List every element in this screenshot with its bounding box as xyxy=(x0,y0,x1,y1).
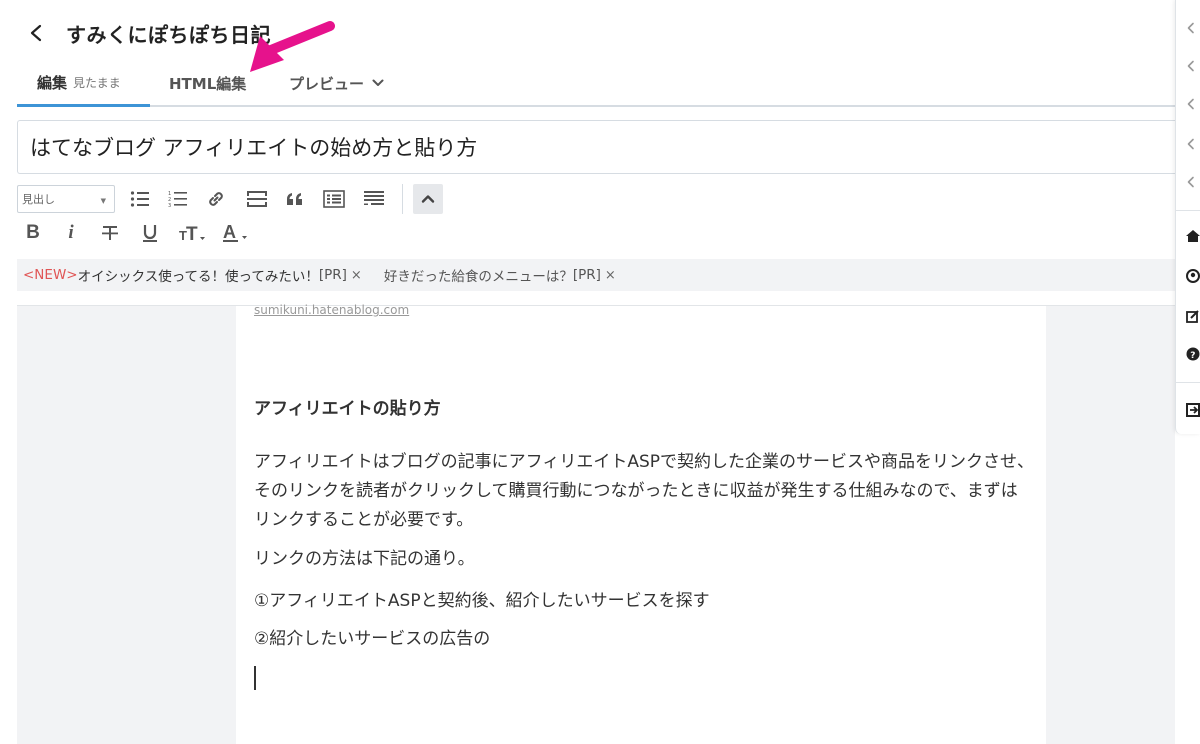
formatting-toolbar: 見出し ▼ 1 2 3 xyxy=(17,184,917,214)
heading-select[interactable]: 見出し ▼ xyxy=(17,185,115,213)
bullet-list-button[interactable] xyxy=(125,184,155,214)
back-button[interactable] xyxy=(24,18,50,48)
link-icon xyxy=(209,192,223,206)
help-icon: ? xyxy=(1186,347,1200,361)
svg-text:T: T xyxy=(186,224,198,243)
italic-icon: i xyxy=(68,222,74,243)
chevron-left-icon xyxy=(1187,98,1194,110)
page-break-icon xyxy=(247,191,267,207)
article-title-input[interactable] xyxy=(17,120,1177,174)
footnote-button[interactable] xyxy=(359,184,389,214)
more-separator-button[interactable] xyxy=(242,184,272,214)
bullet-list-icon xyxy=(130,191,149,207)
tab-edit[interactable]: 編集 見たまま xyxy=(17,60,150,107)
home-icon xyxy=(1186,230,1200,242)
svg-text:3: 3 xyxy=(168,203,171,208)
font-size-icon: T T xyxy=(179,224,205,243)
strikethrough-button[interactable] xyxy=(97,218,123,248)
side-panel-expand-button[interactable] xyxy=(1176,90,1200,118)
svg-text:?: ? xyxy=(1190,351,1195,361)
tab-preview-label: プレビュー xyxy=(289,74,365,93)
content-heading[interactable]: アフィリエイトの貼り方 xyxy=(254,394,441,419)
numbered-list-icon: 1 2 3 xyxy=(168,191,187,208)
topic-item[interactable]: 好きだった給食のメニューは？ [PR] × xyxy=(384,265,616,285)
topic-text[interactable]: 好きだった給食のメニューは？ xyxy=(384,265,573,285)
formatting-toolbar-row2: B i T T A xyxy=(17,218,917,248)
topic-text[interactable]: オイシックス使ってる！使ってみたい！ xyxy=(78,265,319,285)
dropdown-arrow-icon: ▼ xyxy=(100,197,106,205)
side-panel-expand-button[interactable] xyxy=(1176,130,1200,158)
bold-icon: B xyxy=(26,222,40,243)
underline-icon xyxy=(143,225,157,242)
chevron-left-icon xyxy=(1187,60,1194,72)
content-paragraph[interactable]: ②紹介したいサービスの広告の xyxy=(254,625,1034,654)
editor-area: sumikuni.hatenablog.com アフィリエイトの貼り方 アフィリ… xyxy=(17,303,1175,744)
topic-new-tag: <NEW> xyxy=(23,267,78,283)
user-icon xyxy=(1186,269,1200,283)
toolbar-collapse-button[interactable] xyxy=(413,184,443,214)
quote-button[interactable] xyxy=(280,184,310,214)
side-account-button[interactable] xyxy=(1176,262,1200,290)
link-button[interactable] xyxy=(201,184,231,214)
quote-icon xyxy=(287,193,302,205)
topic-suggestion-bar: <NEW> オイシックス使ってる！使ってみたい！ [PR] × 好きだった給食の… xyxy=(17,259,1175,291)
side-help-button[interactable]: ? xyxy=(1176,340,1200,368)
side-panel-expand-button[interactable] xyxy=(1176,14,1200,42)
side-edit-button[interactable] xyxy=(1176,302,1200,330)
topic-item[interactable]: <NEW> オイシックス使ってる！使ってみたい！ [PR] × xyxy=(23,265,362,285)
tab-edit-label: 編集 xyxy=(37,73,68,92)
text-color-button[interactable]: A xyxy=(220,218,252,248)
side-exit-button[interactable] xyxy=(1176,396,1200,424)
editor-tabs: 編集 見たまま HTML編集 プレビュー xyxy=(17,60,1175,107)
topic-pr-label: [PR] xyxy=(572,267,601,283)
editor-body[interactable]: sumikuni.hatenablog.com アフィリエイトの貼り方 アフィリ… xyxy=(236,303,1046,744)
side-home-button[interactable] xyxy=(1176,222,1200,250)
chevron-up-icon xyxy=(421,195,435,203)
chevron-down-icon xyxy=(372,79,384,86)
side-panel-expand-button[interactable] xyxy=(1176,168,1200,196)
heading-select-value: 見出し xyxy=(22,193,55,206)
footnote-icon xyxy=(364,191,384,205)
topic-close-icon[interactable]: × xyxy=(605,268,616,283)
topic-pr-label: [PR] xyxy=(318,267,347,283)
italic-button[interactable]: i xyxy=(59,218,83,248)
side-panel: ? xyxy=(1175,0,1200,434)
svg-text:A: A xyxy=(223,222,236,242)
toolbar-separator xyxy=(402,184,403,214)
edit-icon xyxy=(1186,310,1199,323)
bold-button[interactable]: B xyxy=(21,218,45,248)
editor-header: すみくにぽちぽち日記 xyxy=(0,0,1175,60)
strikethrough-icon xyxy=(102,226,118,240)
chevron-left-icon xyxy=(1187,22,1194,34)
blog-source-link[interactable]: sumikuni.hatenablog.com xyxy=(254,303,409,317)
tab-edit-mode: 見たまま xyxy=(73,75,121,90)
font-size-button[interactable]: T T xyxy=(177,218,209,248)
content-paragraph[interactable]: ①アフィリエイトASPと契約後、紹介したいサービスを探す xyxy=(254,587,1034,616)
chevron-left-icon xyxy=(1187,176,1194,188)
side-panel-expand-button[interactable] xyxy=(1176,52,1200,80)
chevron-left-icon xyxy=(1187,138,1194,150)
side-panel-divider xyxy=(1176,210,1200,211)
toc-icon xyxy=(323,190,345,208)
tab-preview[interactable]: プレビュー xyxy=(289,60,384,106)
exit-icon xyxy=(1186,403,1200,417)
topic-close-icon[interactable]: × xyxy=(351,268,362,283)
tab-html-label: HTML編集 xyxy=(169,74,247,93)
chevron-left-icon xyxy=(30,24,42,42)
content-paragraph[interactable]: リンクの方法は下記の通り。 xyxy=(254,545,1034,574)
content-paragraph[interactable]: アフィリエイトはブログの記事にアフィリエイトASPで契約した企業のサービスや商品… xyxy=(254,448,1034,535)
text-cursor xyxy=(254,666,256,690)
side-panel-divider xyxy=(1176,382,1200,383)
underline-button[interactable] xyxy=(137,218,163,248)
tab-html-edit[interactable]: HTML編集 xyxy=(169,60,246,106)
numbered-list-button[interactable]: 1 2 3 xyxy=(163,184,193,214)
text-color-icon: A xyxy=(223,222,247,242)
table-of-contents-button[interactable] xyxy=(319,184,349,214)
